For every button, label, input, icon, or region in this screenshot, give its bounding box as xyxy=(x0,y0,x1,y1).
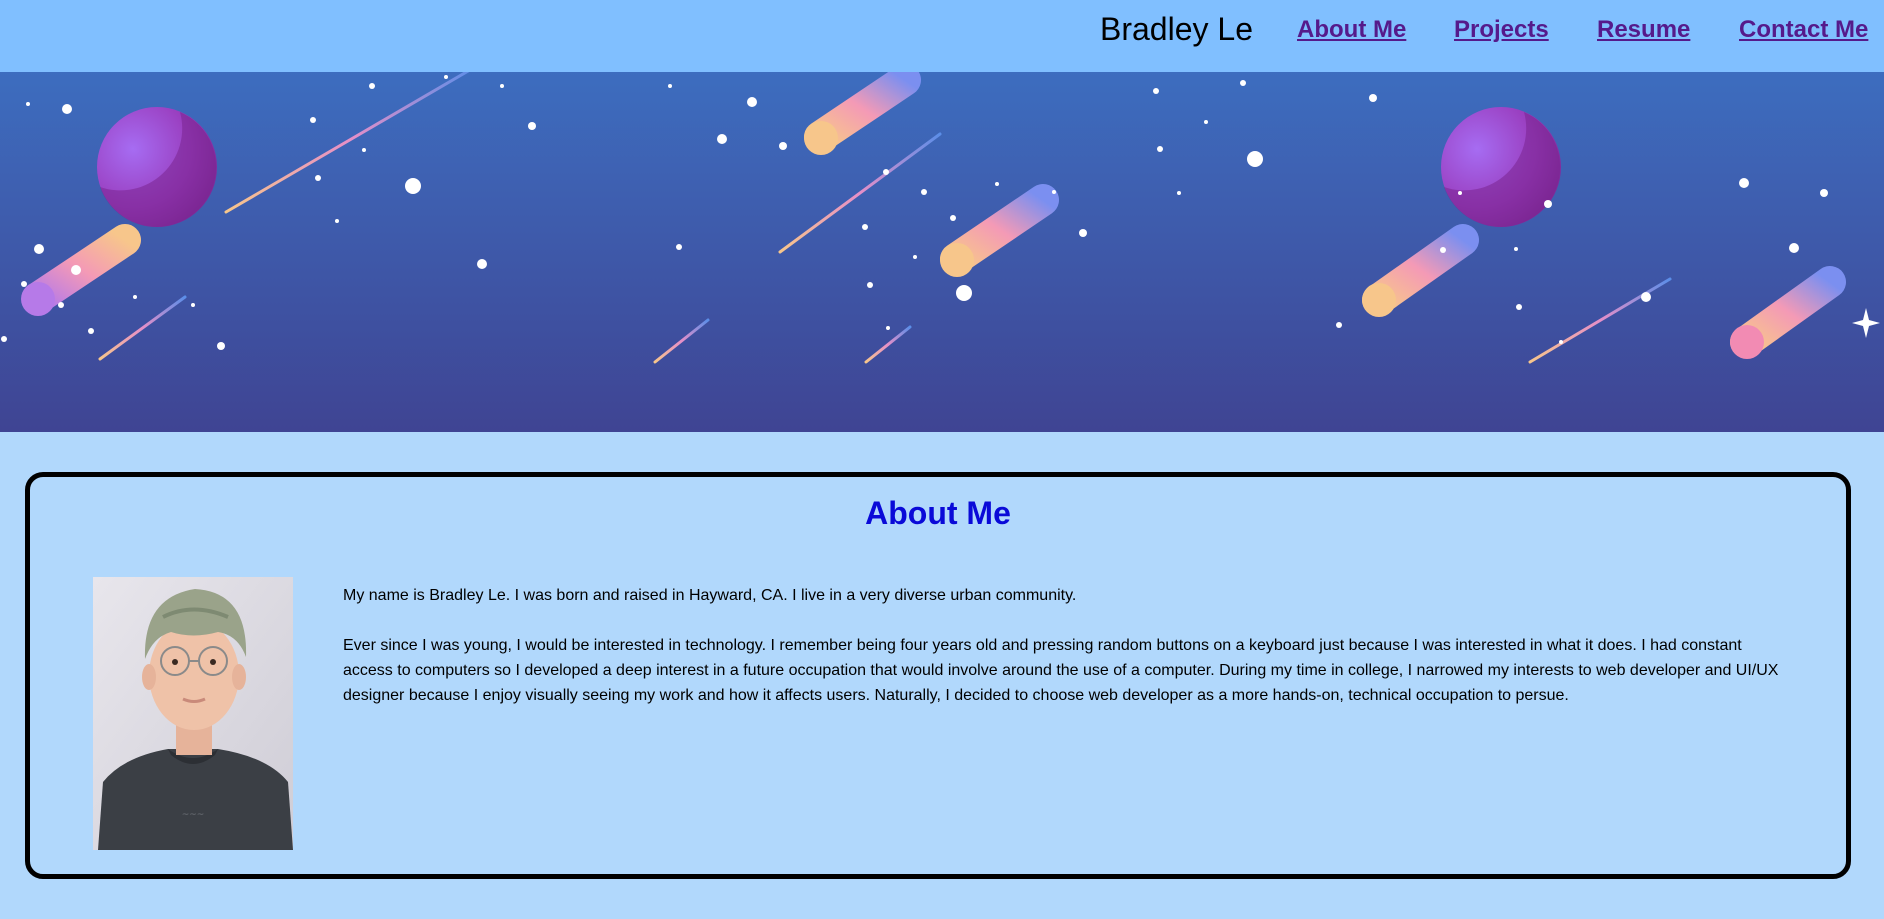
about-me-heading: About Me xyxy=(865,495,1011,531)
nav-link-projects[interactable]: Projects xyxy=(1454,16,1549,44)
nav-link-about-me[interactable]: About Me xyxy=(1297,16,1406,44)
portrait-photo: ~~~ xyxy=(93,577,293,850)
top-navbar: Bradley Le About Me Projects Resume Cont… xyxy=(0,0,1884,72)
about-me-bio: My name is Bradley Le. I was born and ra… xyxy=(343,583,1793,733)
bio-paragraph-intro: My name is Bradley Le. I was born and ra… xyxy=(343,587,1077,604)
space-banner xyxy=(0,72,1884,432)
planet-left xyxy=(97,107,217,228)
svg-text:~~~: ~~~ xyxy=(182,810,205,820)
about-me-section: About Me ~~~ My name is Bradley Le. I wa… xyxy=(25,472,1851,879)
nav-link-resume[interactable]: Resume xyxy=(1597,16,1690,44)
planet-right xyxy=(1441,107,1561,228)
bio-paragraph-technology: Ever since I was young, I would be inter… xyxy=(343,637,1779,704)
space-illustration xyxy=(0,72,1884,432)
site-name: Bradley Le xyxy=(1100,11,1253,47)
nav-link-contact-me[interactable]: Contact Me xyxy=(1739,16,1868,44)
person-photo-icon: ~~~ xyxy=(93,577,293,850)
